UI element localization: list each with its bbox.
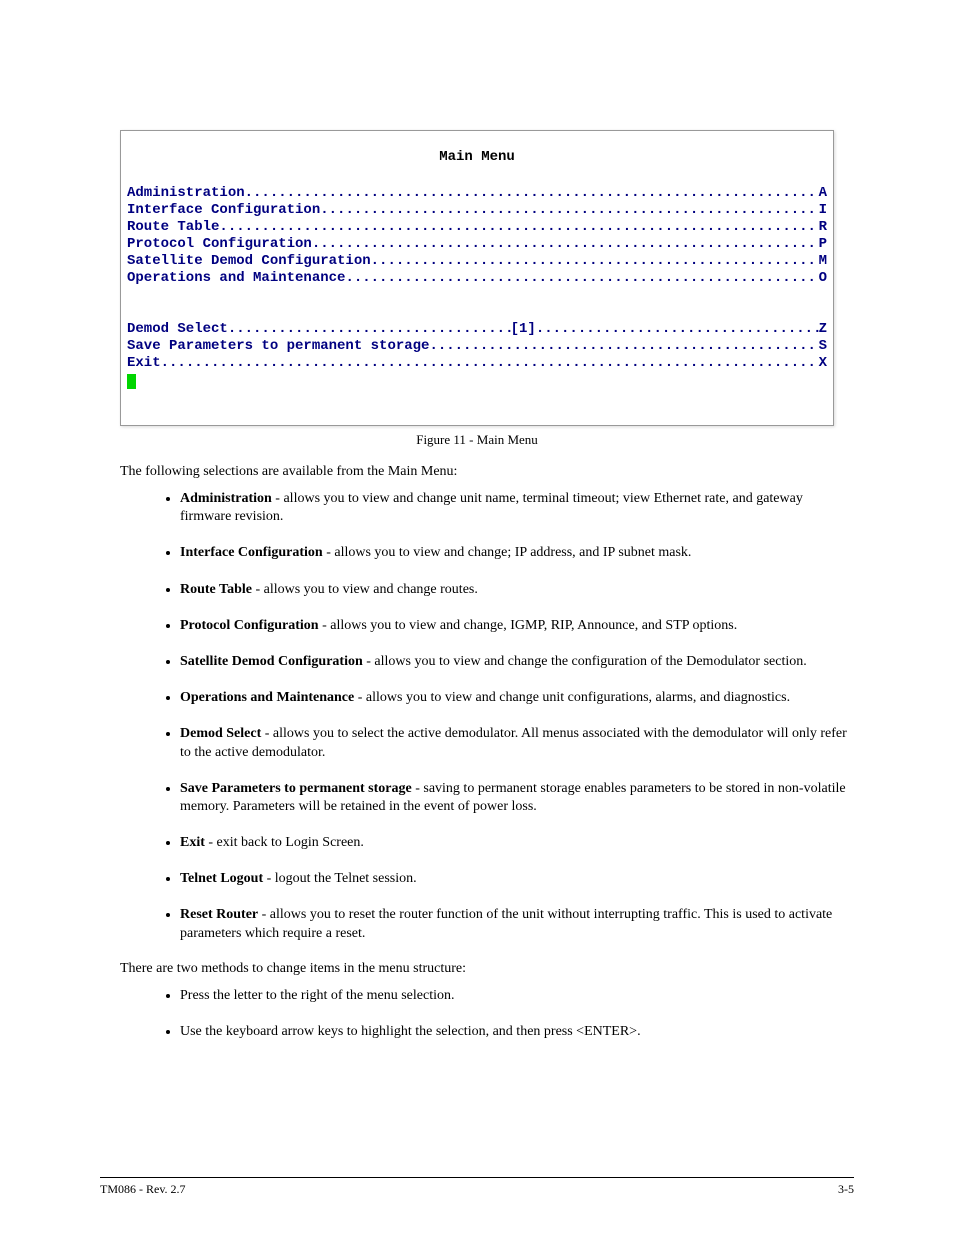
- bullet-body: - allows you to view and change; IP addr…: [323, 545, 692, 560]
- bullet-head: Operations and Maintenance: [180, 690, 354, 705]
- menu-hotkey: R: [819, 219, 827, 236]
- menu-item-interface-configuration[interactable]: Interface Configuration ................…: [127, 202, 827, 219]
- intro-text-2: There are two methods to change items in…: [120, 961, 834, 977]
- bullet-head: Satellite Demod Configuration: [180, 654, 363, 669]
- menu-hotkey: M: [819, 253, 827, 270]
- cursor-line: [127, 372, 827, 395]
- menu-dotleader: ........................................…: [429, 338, 818, 355]
- footer-right: 3-5: [838, 1182, 854, 1197]
- list-item: Demod Select - allows you to select the …: [180, 723, 854, 763]
- bullet-head: Interface Configuration: [180, 545, 323, 560]
- bullet-head: Administration: [180, 491, 272, 506]
- menu-value: [1]: [511, 321, 536, 338]
- bullet-body: - allows you to reset the router functio…: [180, 907, 832, 940]
- bullet-head: Save Parameters to permanent storage: [180, 781, 412, 796]
- bullet-body: Use the keyboard arrow keys to highlight…: [180, 1024, 641, 1039]
- list-item: Protocol Configuration - allows you to v…: [180, 615, 854, 637]
- page-footer: TM086 - Rev. 2.7 3-5: [100, 1177, 854, 1197]
- list-item: Operations and Maintenance - allows you …: [180, 687, 854, 709]
- bullet-body: - allows you to view and change, IGMP, R…: [319, 618, 738, 633]
- menu-item-operations-and-maintenance[interactable]: Operations and Maintenance .............…: [127, 270, 827, 287]
- bullet-head: Reset Router: [180, 907, 258, 922]
- menu-label: Interface Configuration: [127, 202, 320, 219]
- list-item: Use the keyboard arrow keys to highlight…: [180, 1021, 854, 1043]
- menu-dotleader: ........................................…: [219, 219, 818, 236]
- menu-label: Administration: [127, 185, 245, 202]
- menu-dotleader: ........................................…: [245, 185, 819, 202]
- bullet-head: Telnet Logout: [180, 871, 263, 886]
- menu-item-satellite-demod-configuration[interactable]: Satellite Demod Configuration ..........…: [127, 253, 827, 270]
- list-item: Exit - exit back to Login Screen.: [180, 832, 854, 854]
- menu-lines: Administration .........................…: [127, 185, 827, 395]
- bullet-body: - allows you to view and change unit nam…: [180, 491, 803, 524]
- menu-label: Operations and Maintenance: [127, 270, 345, 287]
- menu-label: Satellite Demod Configuration: [127, 253, 371, 270]
- list-item: Reset Router - allows you to reset the r…: [180, 904, 854, 944]
- menu-item-administration[interactable]: Administration .........................…: [127, 185, 827, 202]
- bullet-head: Protocol Configuration: [180, 618, 319, 633]
- list-item: Satellite Demod Configuration - allows y…: [180, 651, 854, 673]
- footer-row: TM086 - Rev. 2.7 3-5: [100, 1182, 854, 1197]
- list-item: Press the letter to the right of the men…: [180, 985, 854, 1007]
- bullet-body: Press the letter to the right of the men…: [180, 988, 454, 1003]
- menu-item-demod-select[interactable]: Demod Select ...........................…: [127, 321, 827, 338]
- menu-dotleader: ........................................…: [371, 253, 819, 270]
- list-item: Administration - allows you to view and …: [180, 488, 854, 528]
- list-item: Route Table - allows you to view and cha…: [180, 579, 854, 601]
- menu-hotkey: Z: [819, 321, 827, 338]
- list-item: Telnet Logout - logout the Telnet sessio…: [180, 868, 854, 890]
- bullet-list-1: Administration - allows you to view and …: [100, 488, 854, 945]
- menu-dotleader: ........................................…: [320, 202, 818, 219]
- menu-item-route-table[interactable]: Route Table ............................…: [127, 219, 827, 236]
- bullet-head: Demod Select: [180, 726, 261, 741]
- bullet-body: - allows you to view and change the conf…: [363, 654, 807, 669]
- menu-hotkey: X: [819, 355, 827, 372]
- menu-label: Exit: [127, 355, 161, 372]
- menu-item-save-parameters[interactable]: Save Parameters to permanent storage ...…: [127, 338, 827, 355]
- bullet-body: - allows you to view and change routes.: [252, 582, 478, 597]
- figure-caption: Figure 11 - Main Menu: [100, 432, 854, 448]
- menu-dotleader: ........................................…: [345, 270, 818, 287]
- menu-dotleader: ........................................…: [161, 355, 819, 372]
- menu-hotkey: P: [819, 236, 827, 253]
- menu-label: Save Parameters to permanent storage: [127, 338, 429, 355]
- bullet-list-2: Press the letter to the right of the men…: [100, 985, 854, 1043]
- menu-item-protocol-configuration[interactable]: Protocol Configuration .................…: [127, 236, 827, 253]
- menu-hotkey: I: [819, 202, 827, 219]
- list-item: Save Parameters to permanent storage - s…: [180, 778, 854, 818]
- terminal-cursor-icon: [127, 374, 136, 389]
- menu-title: Main Menu: [127, 149, 827, 165]
- menu-label: Protocol Configuration: [127, 236, 312, 253]
- menu-dotleader: ........................................…: [312, 236, 819, 253]
- bullet-body: - allows you to select the active demodu…: [180, 726, 847, 759]
- page: Main Menu Administration ...............…: [0, 0, 954, 1235]
- footer-left: TM086 - Rev. 2.7: [100, 1182, 186, 1197]
- menu-item-exit[interactable]: Exit ...................................…: [127, 355, 827, 372]
- header-spacer: [100, 50, 854, 130]
- intro-text: The following selections are available f…: [120, 464, 834, 480]
- menu-label: Route Table: [127, 219, 219, 236]
- terminal-main-menu-figure: Main Menu Administration ...............…: [120, 130, 834, 426]
- footer-rule: [100, 1177, 854, 1178]
- bullet-body: - logout the Telnet session.: [263, 871, 417, 886]
- bullet-body: - exit back to Login Screen.: [205, 835, 364, 850]
- menu-hotkey: O: [819, 270, 827, 287]
- menu-dotleader: ........................................…: [536, 321, 819, 338]
- bullet-head: Route Table: [180, 582, 252, 597]
- list-item: Interface Configuration - allows you to …: [180, 542, 854, 564]
- menu-gap: [127, 287, 827, 321]
- menu-label: Demod Select: [127, 321, 228, 338]
- menu-hotkey: A: [819, 185, 827, 202]
- menu-hotkey: S: [819, 338, 827, 355]
- bullet-head: Exit: [180, 835, 205, 850]
- menu-dotleader: ........................................…: [228, 321, 511, 338]
- bullet-body: - allows you to view and change unit con…: [354, 690, 790, 705]
